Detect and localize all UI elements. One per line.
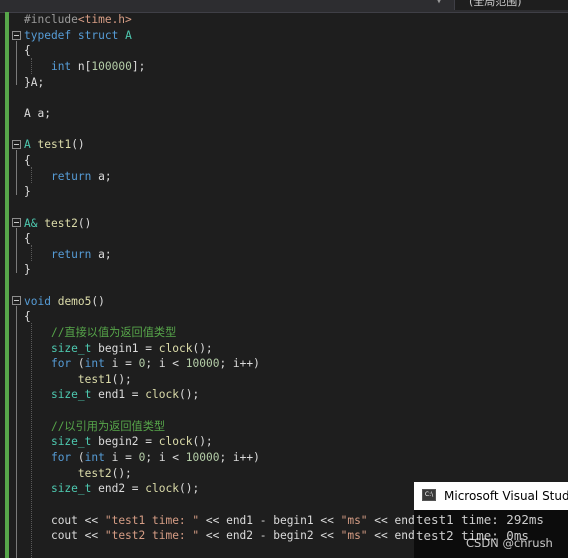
code-line: for (int i = 0; i < 10000; i++) (50, 451, 260, 464)
code-line: } (24, 185, 31, 198)
code-line: cout << "test1 time: " << end1 - begin1 … (50, 514, 429, 527)
code-line: }A; (24, 76, 45, 89)
console-title: Microsoft Visual Stud (444, 489, 568, 503)
code-line: return a; (50, 248, 112, 261)
code-line: size_t end2 = clock(); (50, 482, 200, 495)
watermark: CSDN @chrush (466, 536, 553, 550)
console-title-bar[interactable]: C:\ Microsoft Visual Stud (414, 482, 568, 510)
code-line: test2(); (77, 467, 132, 480)
code-line: { (24, 44, 31, 57)
code-line: size_t begin1 = clock(); (50, 342, 213, 355)
code-line: typedef struct A (24, 29, 132, 42)
scope-dropdown[interactable]: (全局范围) (454, 0, 568, 10)
code-line: { (24, 310, 31, 323)
console-output[interactable]: test1 time: 292ms test2 time: 0ms (414, 510, 568, 558)
code-line: //直接以值为返回值类型 (50, 326, 177, 339)
code-line: A a; (24, 107, 51, 120)
code-line: test1(); (77, 373, 132, 386)
console-app-icon: C:\ (422, 489, 436, 501)
code-line: { (24, 154, 31, 167)
code-line: //以引用为返回值类型 (50, 420, 166, 433)
code-line: cout << "test2 time: " << end2 - begin2 … (50, 529, 429, 542)
code-line: int n[100000]; (50, 60, 146, 73)
code-line: #include<time.h> (24, 13, 132, 26)
chevron-down-icon[interactable]: ▾ (436, 0, 442, 7)
code-line: { (24, 232, 31, 245)
code-line: size_t end1 = clock(); (50, 388, 200, 401)
code-line: void demo5() (24, 295, 105, 308)
code-line: size_t begin2 = clock(); (50, 435, 213, 448)
code-line: A& test2() (24, 217, 92, 230)
code-line: for (int i = 0; i < 10000; i++) (50, 357, 260, 370)
code-line: return a; (50, 170, 112, 183)
console-line: test1 time: 292ms (416, 512, 544, 527)
code-line: } (24, 263, 31, 276)
code-line: A test1() (24, 138, 85, 151)
